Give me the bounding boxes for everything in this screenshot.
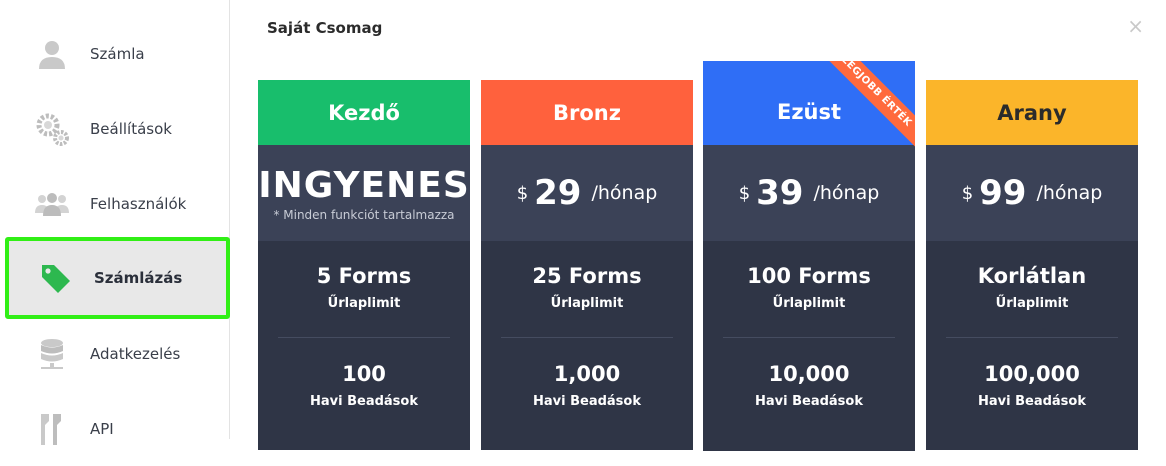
- price-free-text: INGYENES: [258, 164, 470, 206]
- submissions-caption: Havi Beadások: [533, 394, 641, 409]
- form-limit-value: 25 Forms: [532, 264, 642, 288]
- sidebar-item-label: Adatkezelés: [90, 344, 181, 363]
- settings-sidebar: Számla Beállítások Felhasználók Számlázá…: [0, 0, 230, 445]
- divider: [946, 337, 1118, 338]
- plan-card-bronze[interactable]: Bronz $ 29 /hónap 25 Forms Űrlaplimit 1,…: [481, 80, 693, 450]
- submissions-caption: Havi Beadások: [978, 394, 1086, 409]
- monthly-submissions: 100 Havi Beadások: [258, 362, 470, 409]
- submissions-caption: Havi Beadások: [755, 394, 863, 409]
- submissions-value: 100: [342, 362, 386, 386]
- plan-name: Kezdő: [258, 80, 470, 145]
- users-icon: [34, 186, 70, 222]
- plan-card-starter[interactable]: Kezdő INGYENES * Minden funkciót tartalm…: [258, 80, 470, 450]
- form-limit-caption: Űrlaplimit: [550, 296, 624, 311]
- divider: [501, 337, 673, 338]
- sidebar-item-label: Beállítások: [90, 119, 172, 138]
- form-limit: 25 Forms Űrlaplimit: [481, 264, 693, 311]
- plan-price: $ 29 /hónap: [481, 145, 693, 241]
- price-currency: $: [516, 182, 529, 204]
- sidebar-item-api[interactable]: API: [0, 391, 230, 466]
- price-currency: $: [738, 182, 751, 204]
- form-limit-value: Korlátlan: [977, 264, 1087, 288]
- user-icon: [34, 36, 70, 72]
- form-limit-caption: Űrlaplimit: [772, 296, 846, 311]
- price-period: /hónap: [591, 182, 658, 204]
- sidebar-item-account[interactable]: Számla: [0, 16, 230, 91]
- form-limit-caption: Űrlaplimit: [995, 296, 1069, 311]
- gears-icon: [34, 111, 70, 147]
- key-icon: [34, 411, 70, 447]
- plan-card-silver[interactable]: Ezüst LEGJOBB ÉRTÉK $ 39 /hónap 100 Form…: [703, 61, 915, 451]
- sidebar-item-data[interactable]: Adatkezelés: [0, 316, 230, 391]
- plan-price: INGYENES * Minden funkciót tartalmazza: [258, 145, 470, 241]
- form-limit: 100 Forms Űrlaplimit: [703, 264, 915, 311]
- divider: [723, 337, 895, 338]
- form-limit: Korlátlan Űrlaplimit: [926, 264, 1138, 311]
- page-title: Saját Csomag: [267, 19, 383, 37]
- price-period: /hónap: [813, 182, 880, 204]
- price-currency: $: [961, 182, 974, 204]
- monthly-submissions: 10,000 Havi Beadások: [703, 362, 915, 409]
- plan-name: Arany: [926, 80, 1138, 145]
- sidebar-item-settings[interactable]: Beállítások: [0, 91, 230, 166]
- sidebar-item-billing[interactable]: Számlázás: [5, 237, 230, 319]
- monthly-submissions: 100,000 Havi Beadások: [926, 362, 1138, 409]
- form-limit-value: 5 Forms: [316, 264, 412, 288]
- plan-card-gold[interactable]: Arany $ 99 /hónap Korlátlan Űrlaplimit 1…: [926, 80, 1138, 450]
- plan-price: $ 99 /hónap: [926, 145, 1138, 241]
- sidebar-item-label: API: [90, 419, 114, 438]
- plan-name: Bronz: [481, 80, 693, 145]
- form-limit-value: 100 Forms: [747, 264, 871, 288]
- close-icon[interactable]: ×: [1127, 14, 1144, 38]
- sidebar-item-label: Számlázás: [94, 269, 183, 287]
- form-limit: 5 Forms Űrlaplimit: [258, 264, 470, 311]
- submissions-value: 100,000: [984, 362, 1080, 386]
- price-note: * Minden funkciót tartalmazza: [273, 207, 455, 222]
- sidebar-item-label: Számla: [90, 44, 145, 63]
- plan-price: $ 39 /hónap: [703, 145, 915, 241]
- tag-icon: [38, 260, 74, 296]
- form-limit-caption: Űrlaplimit: [327, 296, 401, 311]
- price-period: /hónap: [1036, 182, 1103, 204]
- sidebar-item-label: Felhasználók: [90, 194, 187, 213]
- monthly-submissions: 1,000 Havi Beadások: [481, 362, 693, 409]
- price-amount: 99: [979, 173, 1027, 213]
- price-amount: 39: [756, 173, 804, 213]
- submissions-caption: Havi Beadások: [310, 394, 418, 409]
- sidebar-item-users[interactable]: Felhasználók: [0, 166, 230, 241]
- submissions-value: 1,000: [553, 362, 621, 386]
- price-amount: 29: [534, 173, 582, 213]
- divider: [278, 337, 450, 338]
- database-icon: [34, 336, 70, 372]
- my-plan-panel: Saját Csomag × Kezdő INGYENES * Minden f…: [230, 0, 1166, 451]
- submissions-value: 10,000: [768, 362, 850, 386]
